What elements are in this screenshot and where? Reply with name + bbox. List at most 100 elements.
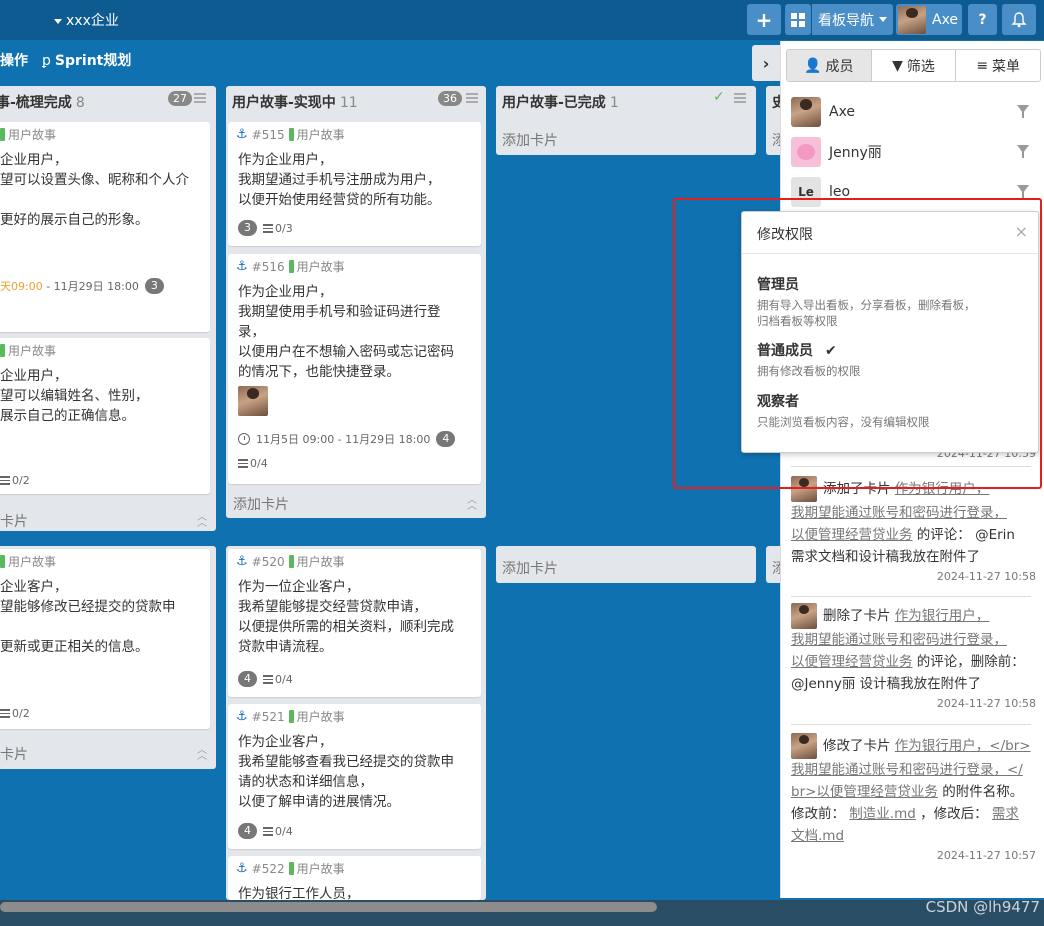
activity-item: 添加了卡片 作为银行用户， 我期望能通过账号和密码进行登录， 以便管理经营贷业务…	[791, 476, 1036, 583]
avatar	[791, 97, 821, 127]
column-menu-icon[interactable]	[466, 93, 478, 103]
card-link[interactable]: 以便管理经营贷业务	[791, 654, 913, 670]
comment-count: 4	[436, 431, 456, 447]
filter-icon[interactable]	[1017, 185, 1029, 198]
comment-count: 4	[238, 823, 257, 839]
tag-icon	[288, 555, 294, 568]
anchor-icon: ⚓	[236, 127, 248, 142]
column-title[interactable]: 用户故事-已完成 1	[502, 92, 619, 112]
tag-icon	[0, 344, 5, 357]
column-menu-icon[interactable]	[734, 93, 746, 103]
card-link[interactable]: 我期望能通过账号和密码进行登录，</	[791, 762, 1023, 778]
attachment-link[interactable]: 制造业.md	[849, 806, 916, 822]
comment-count: 4	[238, 671, 257, 687]
avatar	[898, 5, 926, 34]
tag-icon	[0, 128, 5, 141]
user-icon: 👤	[804, 57, 822, 74]
add-card-button[interactable]: 添加卡片	[502, 558, 558, 578]
card[interactable]: ⚓ #515 用户故事 作为企业用户， 我期望通过手机号注册成为用户， 以便开始使用经营…	[228, 122, 481, 246]
avatar	[791, 733, 817, 759]
checklist-icon	[263, 674, 273, 684]
chevron-right-icon[interactable]: ›	[752, 45, 780, 81]
board-subbar: 操作 ꝑ Sprint规划	[0, 50, 131, 70]
anchor-icon: ⚓	[236, 709, 248, 724]
avatar	[791, 603, 817, 629]
checklist-icon	[0, 476, 10, 485]
watermark: CSDN @lh9477	[925, 898, 1040, 916]
collapse-up-icon[interactable]: ︿ ︿	[467, 496, 477, 512]
tab-menu[interactable]: ≡ 菜单	[956, 50, 1040, 81]
card-link[interactable]: 我期望能通过账号和密码进行登录，	[791, 632, 1007, 648]
checklist-icon	[238, 459, 248, 468]
sprint-planning-link[interactable]: ꝑ Sprint规划	[42, 50, 131, 70]
column-badge: 27	[168, 91, 192, 106]
pin-icon: ꝑ	[42, 53, 51, 69]
card[interactable]: ⚓ #521 用户故事 作为企业客户， 我希望能够查看我已经提交的贷款申 请的状态和详细…	[228, 704, 481, 849]
check-icon: ✓	[713, 89, 725, 105]
attachment-link[interactable]: 文档.md	[791, 828, 844, 844]
activity-item: 修改了卡片 作为银行用户，</br> 我期望能通过账号和密码进行登录，</ br…	[791, 733, 1036, 862]
checklist-icon	[263, 826, 273, 836]
divider	[791, 724, 1031, 725]
bell-icon[interactable]	[1002, 4, 1036, 35]
card-link[interactable]: 作为银行用户，</br>	[895, 738, 1031, 754]
collapse-up-icon[interactable]: ︿ ︿	[197, 746, 207, 762]
checklist-icon	[263, 223, 273, 233]
card-link[interactable]: br>以便管理经营贷业务	[791, 784, 938, 800]
column-badge: 36	[438, 91, 462, 106]
comment-count: 3	[238, 220, 257, 236]
anchor-icon: ⚓	[236, 259, 248, 274]
list-column: 用户故事-已完成 1 ✓ 添加卡片	[496, 86, 756, 155]
filter-icon[interactable]	[1017, 105, 1029, 118]
tab-members[interactable]: 👤 成员	[787, 50, 872, 81]
add-card-button[interactable]: 卡片	[0, 511, 28, 531]
filter-icon: ▼	[892, 57, 903, 74]
panel-tabs: 👤 成员 ▼ 筛选 ≡ 菜单	[786, 49, 1041, 82]
card[interactable]: 用户故事 企业客户， 望能够修改已经提交的贷款申 更新或更正相关的信息。 0/2	[0, 549, 210, 729]
activity-item: 删除了卡片 作为银行用户， 我期望能通过账号和密码进行登录， 以便管理经营贷业务…	[791, 603, 1036, 710]
board-nav-button[interactable]: 看板导航	[812, 4, 893, 35]
card[interactable]: ⚓ #522 用户故事 作为银行工作人员，	[228, 856, 481, 902]
card-link[interactable]: 作为银行用户，	[895, 608, 990, 624]
column-title[interactable]: 用户故事-实现中 11	[232, 92, 358, 112]
column-title[interactable]: 事-梳理完成 8	[0, 92, 85, 112]
card-link[interactable]: 我期望能通过账号和密码进行登录，	[791, 505, 1007, 521]
column-menu-icon[interactable]	[194, 93, 206, 103]
add-card-button[interactable]: 添加卡片	[233, 494, 289, 514]
tag-icon	[288, 260, 294, 273]
card[interactable]: 用户故事 企业用户， 望可以设置头像、昵称和个人介 更好的展示自己的形象。 天09:…	[0, 122, 210, 332]
avatar	[791, 137, 821, 167]
clock-icon	[238, 433, 250, 445]
avatar	[238, 386, 268, 416]
grid-icon[interactable]	[785, 4, 811, 35]
add-card-button[interactable]: 添加卡片	[502, 130, 558, 150]
tab-filter[interactable]: ▼ 筛选	[871, 50, 957, 81]
collapse-up-icon[interactable]: ︿ ︿	[197, 513, 207, 529]
add-button[interactable]: +	[747, 4, 781, 35]
card-link[interactable]: 以便管理经营贷业务	[791, 527, 913, 543]
anchor-icon: ⚓	[236, 554, 248, 569]
anchor-icon: ⚓	[236, 861, 248, 876]
checklist-icon	[0, 709, 10, 718]
card[interactable]: ⚓ #520 用户故事 作为一位企业客户， 我希望能够提交经营贷款申请， 以便提供所需的…	[228, 549, 481, 697]
member-item[interactable]: Jenny丽	[791, 137, 1041, 167]
comment-count: 3	[144, 278, 164, 294]
user-menu-button[interactable]: Axe	[896, 4, 962, 35]
horizontal-scrollbar-thumb[interactable]	[0, 902, 657, 912]
list-column: 添加卡片	[496, 546, 756, 583]
tag-icon	[0, 555, 5, 568]
tag-icon	[288, 862, 294, 875]
highlight-annotation	[673, 198, 1042, 489]
card[interactable]: ⚓ #516 用户故事 作为企业用户， 我期望使用手机号和验证码进行登 录， 以便用户在不…	[228, 254, 481, 484]
org-switcher[interactable]: xxx企业	[54, 10, 119, 30]
attachment-link[interactable]: 需求	[992, 806, 1019, 822]
menu-icon: ≡	[976, 57, 989, 74]
board-ops-link[interactable]: 操作	[0, 50, 28, 70]
tag-icon	[288, 710, 294, 723]
divider	[791, 596, 1031, 597]
help-button[interactable]: ?	[968, 4, 997, 35]
add-card-button[interactable]: 卡片	[0, 744, 28, 764]
filter-icon[interactable]	[1017, 145, 1029, 158]
card[interactable]: 用户故事 企业用户， 望可以编辑姓名、性别， 展示自己的正确信息。 0/2	[0, 338, 210, 494]
member-item[interactable]: Axe	[791, 97, 1041, 127]
